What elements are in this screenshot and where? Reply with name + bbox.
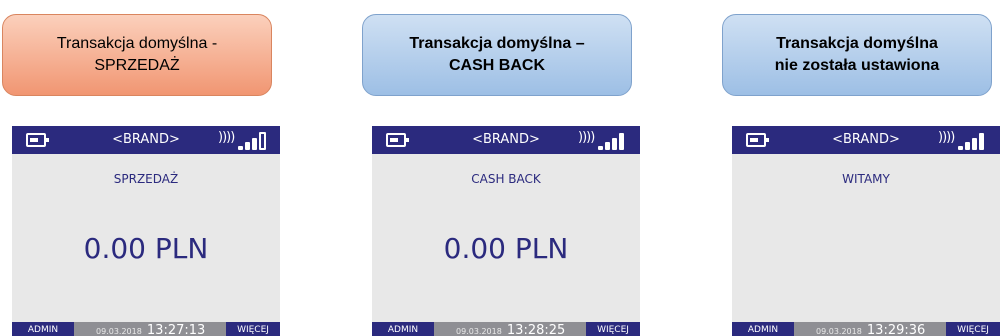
amount-display: 0.00 PLN — [83, 232, 209, 265]
callout-line2: nie została ustawiona — [774, 57, 940, 74]
callout-default-sale: Transakcja domyślna - SPRZEDAŻ — [2, 14, 272, 96]
wifi-icon: )))) — [578, 130, 595, 145]
screen-title: WITAMY — [842, 172, 890, 186]
signal-icon — [598, 132, 630, 150]
signal-icon — [958, 132, 990, 150]
admin-button[interactable]: ADMIN — [12, 322, 74, 336]
more-button[interactable]: WIĘCEJ — [226, 322, 280, 336]
panel-witamy: Transakcja domyślna nie została ustawion… — [722, 0, 1001, 336]
date-label: 09.03.2018 — [456, 327, 502, 336]
bottom-bar: ADMIN 09.03.2018 13:27:13 WIĘCEJ — [12, 322, 280, 336]
time-label: 13:28:25 — [506, 323, 566, 336]
time-label: 13:29:36 — [866, 323, 926, 336]
bottom-bar: ADMIN 09.03.2018 13:29:36 WIĘCEJ — [732, 322, 1000, 336]
admin-button[interactable]: ADMIN — [372, 322, 434, 336]
callout-line1: Transakcja domyślna – — [409, 35, 585, 52]
callout-line2: SPRZEDAŻ — [94, 57, 180, 74]
callout-line1: Transakcja domyślna — [776, 35, 938, 52]
datetime-display: 09.03.2018 13:28:25 — [456, 319, 565, 336]
terminal-screen: <BRAND> )))) WITAMY ADMIN 09.03.2018 13:… — [732, 126, 1000, 336]
callout-default-cashback: Transakcja domyślna – CASH BACK — [362, 14, 632, 96]
bottom-bar: ADMIN 09.03.2018 13:28:25 WIĘCEJ — [372, 322, 640, 336]
callout-line1: Transakcja domyślna - — [56, 35, 218, 52]
more-button[interactable]: WIĘCEJ — [586, 322, 640, 336]
callout-line2: CASH BACK — [449, 57, 545, 74]
signal-icon — [238, 132, 270, 150]
date-label: 09.03.2018 — [96, 327, 142, 336]
admin-button[interactable]: ADMIN — [732, 322, 794, 336]
status-bar: <BRAND> )))) — [372, 126, 640, 154]
wifi-icon: )))) — [218, 130, 235, 145]
datetime-display: 09.03.2018 13:27:13 — [96, 319, 205, 336]
screen-title: CASH BACK — [471, 172, 541, 186]
callout-default-not-set: Transakcja domyślna nie została ustawion… — [722, 14, 992, 96]
date-label: 09.03.2018 — [816, 327, 862, 336]
datetime-display: 09.03.2018 13:29:36 — [816, 319, 925, 336]
time-label: 13:27:13 — [146, 323, 206, 336]
status-bar: <BRAND> )))) — [732, 126, 1000, 154]
amount-display: 0.00 PLN — [443, 232, 569, 265]
screen-title: SPRZEDAŻ — [113, 172, 179, 186]
terminal-screen: <BRAND> )))) CASH BACK 0.00 PLN ADMIN 09… — [372, 126, 640, 336]
more-button[interactable]: WIĘCEJ — [946, 322, 1000, 336]
terminal-screen: <BRAND> )))) SPRZEDAŻ 0.00 PLN ADMIN 09.… — [12, 126, 280, 336]
panel-cash-back: Transakcja domyślna – CASH BACK <BRAND> … — [362, 0, 652, 336]
status-bar: <BRAND> )))) — [12, 126, 280, 154]
wifi-icon: )))) — [938, 130, 955, 145]
panel-sprzedaz: Transakcja domyślna - SPRZEDAŻ <BRAND> )… — [2, 0, 292, 336]
